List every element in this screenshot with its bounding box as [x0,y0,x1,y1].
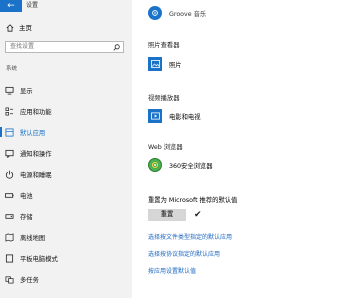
active-indicator [0,127,2,137]
apps-list-icon [5,107,14,116]
sidebar-item-label: 离线地图 [20,234,46,242]
default-apps-icon [5,127,14,137]
web-browser-button[interactable]: 360安全浏览器 [148,158,213,172]
search-icon [113,44,120,51]
search-placeholder: 查找设置 [10,43,35,50]
sidebar-item-label: 平板电脑模式 [20,255,58,263]
sidebar-item-label: 显示 [20,87,33,95]
battery-icon [5,191,14,200]
movies-tv-icon [148,109,162,123]
home-label: 主页 [19,24,32,32]
map-icon [5,232,14,242]
sidebar-item-apps-features[interactable]: 应用和功能 [0,101,132,121]
photo-viewer-heading: 照片查看器 [148,42,180,49]
section-label: 系统 [6,66,18,72]
video-player-heading: 视频播放器 [148,95,180,102]
web-browser-app-name: 360安全浏览器 [169,162,213,170]
sidebar-item-label: 电源和睡眠 [20,171,52,179]
settings-sidebar: ← 设置 主页 查找设置 系统 显示 应用和功能 默认应用 通知和操作 电源和睡… [0,0,132,298]
sidebar-item-power-sleep[interactable]: 电源和睡眠 [0,164,132,184]
sidebar-item-label: 电池 [20,192,33,200]
default-apps-panel: Groove 音乐 照片查看器 照片 视频播放器 电影和电视 Web 浏览器 3… [132,0,338,298]
sidebar-item-multitasking[interactable]: 多任务 [0,269,132,289]
back-button[interactable]: ← [0,0,22,12]
multitask-icon [5,275,14,284]
groove-music-icon [148,6,162,20]
music-player-app-name: Groove 音乐 [169,10,207,18]
web-browser-heading: Web 浏览器 [148,144,183,151]
search-input[interactable]: 查找设置 [5,41,124,53]
home-nav[interactable]: 主页 [6,22,126,34]
browser-360-icon [148,158,162,172]
sidebar-item-display[interactable]: 显示 [0,80,132,100]
link-set-defaults-by-app[interactable]: 按应用设置默认值 [148,268,196,276]
video-player-button[interactable]: 电影和电视 [148,109,200,123]
storage-icon [5,212,14,221]
music-player-button[interactable]: Groove 音乐 [148,6,206,20]
sidebar-item-battery[interactable]: 电池 [0,185,132,205]
reset-heading: 重置为 Microsoft 推荐的默认值 [148,197,238,204]
title-bar: ← 设置 [0,0,132,12]
power-icon [5,170,14,179]
home-icon [6,24,14,32]
tablet-icon [5,253,14,263]
window-title: 设置 [26,2,39,9]
sidebar-item-default-apps[interactable]: 默认应用 [0,122,132,142]
sidebar-item-label: 存储 [20,213,33,221]
photo-viewer-app-name: 照片 [169,61,182,69]
sidebar-item-label: 应用和功能 [20,108,52,116]
sidebar-item-offline-maps[interactable]: 离线地图 [0,227,132,247]
notification-icon [5,149,14,158]
monitor-icon [5,86,14,95]
sidebar-item-notifications[interactable]: 通知和操作 [0,143,132,163]
link-default-by-protocol[interactable]: 选择按协议指定的默认应用 [148,251,220,259]
video-player-app-name: 电影和电视 [169,113,201,121]
reset-button[interactable]: 重置 [148,209,186,221]
sidebar-item-tablet-mode[interactable]: 平板电脑模式 [0,248,132,268]
sidebar-item-label: 通知和操作 [20,150,52,158]
check-icon: ✔ [194,210,202,220]
sidebar-item-label: 默认应用 [20,129,46,137]
photos-icon [148,57,162,71]
link-default-by-file-type[interactable]: 选择按文件类型指定的默认应用 [148,234,232,242]
sidebar-item-label: 多任务 [20,276,39,284]
photo-viewer-button[interactable]: 照片 [148,57,182,71]
sidebar-item-storage[interactable]: 存储 [0,206,132,226]
